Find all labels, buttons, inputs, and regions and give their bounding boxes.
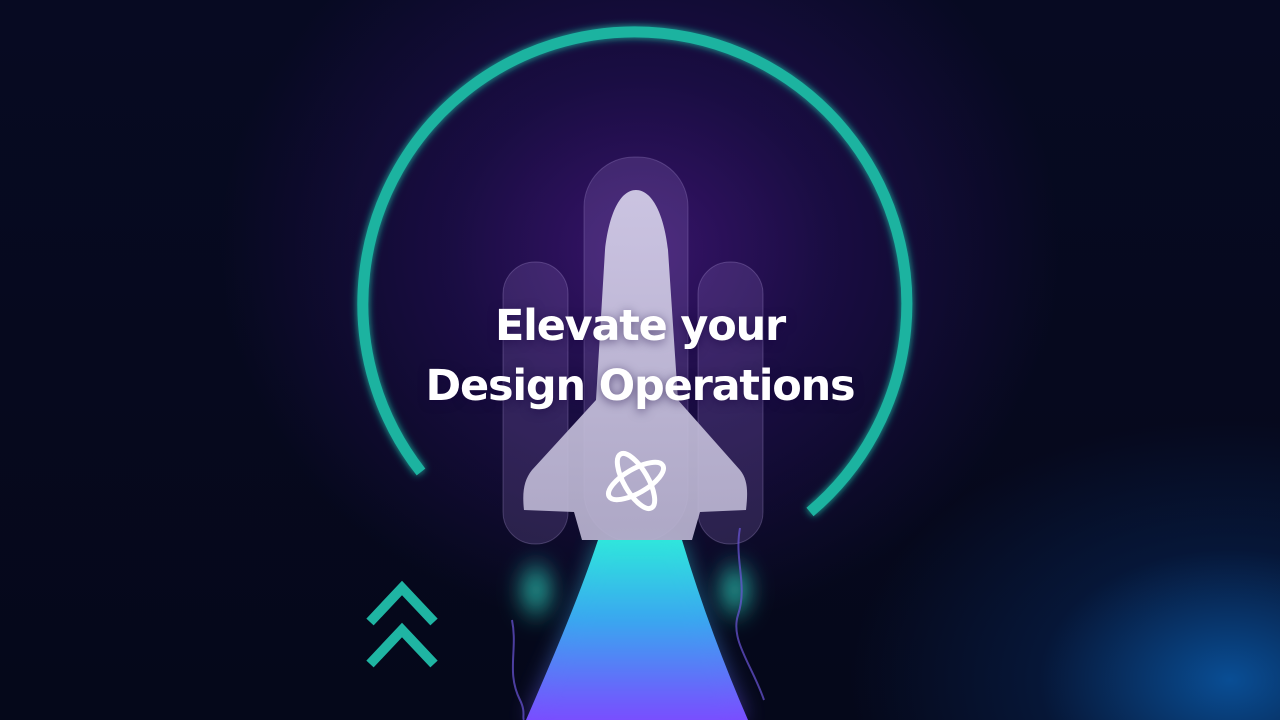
left-jet-glow — [514, 554, 558, 626]
headline-line-2: Design Operations — [425, 361, 856, 411]
hero-scene: Elevate your Design Operations — [0, 0, 1280, 720]
double-chevron-up-icon — [366, 580, 438, 668]
headline-line-1: Elevate your — [494, 301, 786, 351]
right-jet-glow — [713, 554, 757, 626]
rocket-flame-glow — [526, 540, 748, 720]
hero-headline: Elevate your Design Operations — [340, 296, 940, 416]
smoke-line-left — [511, 619, 525, 720]
